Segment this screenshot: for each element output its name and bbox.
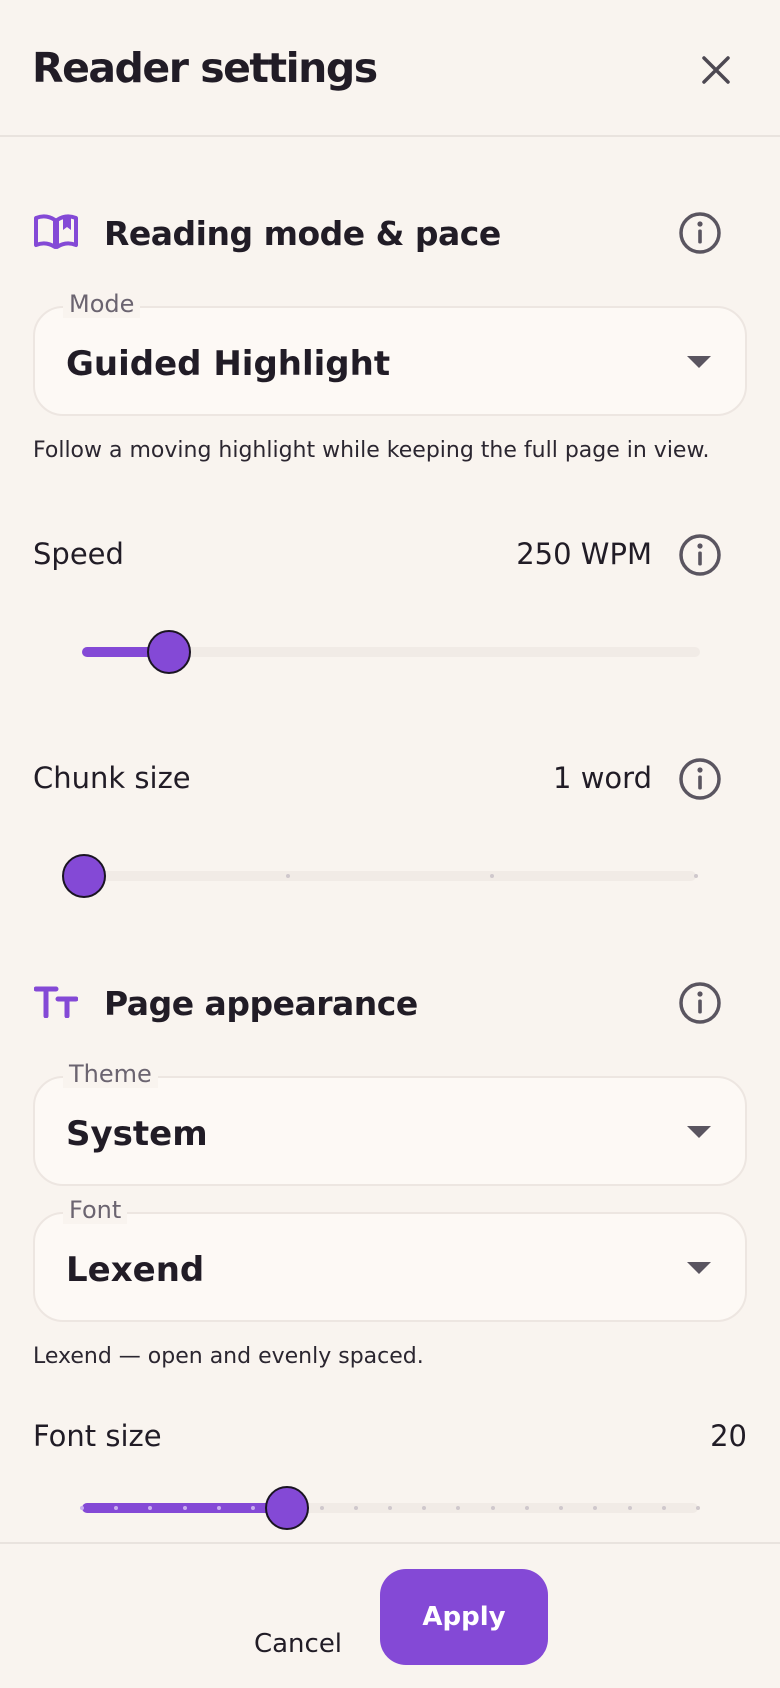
caret-down-icon <box>687 356 711 368</box>
font-select[interactable]: Font Lexend <box>33 1196 747 1322</box>
slider-tick <box>80 1506 84 1510</box>
section-title-appearance: Page appearance <box>104 984 418 1023</box>
chunk-size-label: Chunk size <box>33 761 191 795</box>
slider-tick <box>627 1506 632 1510</box>
slider-tick <box>696 1506 700 1510</box>
slider-tick <box>490 874 494 878</box>
font-size-value: 20 <box>710 1419 747 1453</box>
font-helper-text: Lexend — open and evenly spaced. <box>33 1344 424 1369</box>
close-icon <box>702 56 730 84</box>
caret-down-icon <box>687 1262 711 1274</box>
section-title-reading: Reading mode & pace <box>104 214 501 253</box>
font-size-thumb[interactable] <box>265 1486 310 1530</box>
font-size-label: Font size <box>33 1419 162 1453</box>
slider-tick <box>353 1506 358 1510</box>
open-book-icon <box>34 214 78 249</box>
mode-helper-text: Follow a moving highlight while keeping … <box>33 438 710 463</box>
mode-label: Mode <box>63 290 141 318</box>
slider-tick <box>661 1506 666 1510</box>
chunk-size-value: 1 word <box>553 761 652 795</box>
chunk-size-track <box>84 871 696 881</box>
slider-tick <box>286 874 290 878</box>
theme-select[interactable]: Theme System <box>33 1060 747 1186</box>
font-value: Lexend <box>66 1250 205 1290</box>
info-icon[interactable] <box>678 757 722 801</box>
slider-tick <box>388 1506 392 1510</box>
slider-tick <box>182 1506 187 1510</box>
speed-label: Speed <box>33 537 124 571</box>
slider-tick <box>490 1506 495 1510</box>
chunk-size-thumb[interactable] <box>62 854 106 898</box>
dialog-title: Reader settings <box>32 44 378 92</box>
caret-down-icon <box>687 1126 711 1138</box>
text-size-icon <box>34 986 78 1018</box>
mode-select[interactable]: Mode Guided Highlight <box>33 290 747 416</box>
info-icon[interactable] <box>678 211 722 255</box>
dialog-header: Reader settings <box>0 0 780 137</box>
cancel-button[interactable]: Cancel <box>236 1616 360 1672</box>
chunk-size-slider[interactable] <box>62 854 698 898</box>
theme-label: Theme <box>63 1060 158 1088</box>
speed-slider[interactable] <box>82 630 700 674</box>
theme-value: System <box>66 1114 208 1154</box>
info-icon[interactable] <box>678 981 722 1025</box>
mode-value: Guided Highlight <box>66 344 391 384</box>
slider-tick <box>694 874 698 878</box>
font-label: Font <box>63 1196 128 1224</box>
speed-value: 250 WPM <box>516 537 652 571</box>
apply-button[interactable]: Apply <box>380 1569 548 1665</box>
slider-tick <box>319 1506 324 1510</box>
close-button[interactable] <box>692 46 740 94</box>
speed-thumb[interactable] <box>146 630 191 674</box>
info-icon[interactable] <box>678 533 722 577</box>
slider-tick <box>216 1506 221 1510</box>
font-size-slider[interactable] <box>80 1486 700 1530</box>
slider-tick <box>524 1506 529 1510</box>
dialog-footer: Cancel Apply <box>0 1542 780 1688</box>
